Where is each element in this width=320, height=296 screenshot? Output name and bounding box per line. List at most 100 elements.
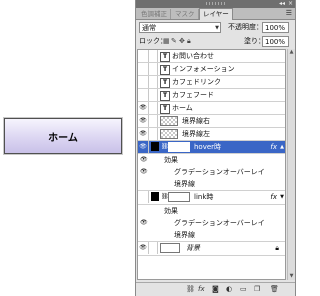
opacity-label: 不透明度： <box>228 23 263 31</box>
panel-tabs: 色調補正 マスク レイヤー <box>136 8 295 20</box>
layer-row[interactable]: T カフェフード <box>138 89 285 102</box>
effect-row[interactable]: 境界線 <box>138 229 285 242</box>
link-toggle[interactable] <box>149 128 158 140</box>
adjustment-layer-icon[interactable]: ◐ <box>226 285 232 294</box>
lock-icon: 🔒︎ <box>275 244 279 252</box>
layer-row[interactable]: 👁︎ 境界線左 <box>138 128 285 141</box>
link-toggle[interactable] <box>149 242 158 254</box>
visibility-toggle[interactable] <box>138 191 149 203</box>
text-layer-icon: T <box>160 104 170 114</box>
text-layer-icon: T <box>160 65 170 75</box>
visibility-toggle[interactable] <box>138 89 149 101</box>
layer-row[interactable]: 👁︎ 境界線右 <box>138 115 285 128</box>
link-toggle[interactable] <box>149 89 158 101</box>
link-layers-icon[interactable]: ⛓ <box>186 285 195 294</box>
home-nav-button-preview: ホーム <box>4 118 122 154</box>
fx-icon[interactable]: fx <box>270 191 277 203</box>
panel-footer: ⛓ fx ◙ ◐ ▭ ❐ 🗑︎ <box>136 282 295 296</box>
panel-menu-icon[interactable]: ☰ <box>286 9 292 17</box>
eye-icon[interactable]: 👁︎ <box>138 141 149 153</box>
layer-thumbnail <box>160 116 178 126</box>
trash-icon[interactable]: 🗑︎ <box>270 285 279 294</box>
visibility-toggle[interactable] <box>138 50 149 62</box>
text-layer-icon: T <box>160 78 170 88</box>
eye-icon[interactable]: 👁︎ <box>138 242 149 254</box>
layer-name: 境界線右 <box>182 117 210 125</box>
link-toggle[interactable] <box>149 76 158 88</box>
collapse-arrow-icon[interactable]: ▲ <box>280 141 284 153</box>
fill-value: 100% <box>265 38 286 46</box>
layers-panel: ◂◂ × 色調補正 マスク レイヤー ☰ 通常 ▼ 不透明度： 100% ロック… <box>135 0 296 296</box>
text-layer-icon: T <box>160 91 170 101</box>
link-toggle[interactable] <box>149 50 158 62</box>
layer-name: お問い合わせ <box>172 52 214 60</box>
effect-row[interactable]: 👁︎ グラデーションオーバーレイ <box>138 217 285 229</box>
lock-transparent-icon[interactable]: ▦ <box>163 36 170 47</box>
effect-name: 境界線 <box>174 180 195 188</box>
visibility-toggle[interactable] <box>138 76 149 88</box>
add-mask-icon[interactable]: ◙ <box>212 285 219 294</box>
eye-icon[interactable]: 👁︎ <box>138 128 149 140</box>
effect-name: グラデーションオーバーレイ <box>174 219 265 227</box>
effect-row[interactable]: 👁︎ グラデーションオーバーレイ <box>138 166 285 178</box>
layer-name: link時 <box>194 193 214 201</box>
layer-row[interactable]: 👁︎ T ホーム <box>138 102 285 115</box>
layer-row-selected[interactable]: 👁︎ ⛓ hover時 fx ▲ <box>138 141 285 154</box>
text-layer-icon: T <box>160 52 170 62</box>
eye-icon[interactable]: 👁︎ <box>140 166 148 178</box>
lock-paint-icon[interactable]: ✎ <box>171 36 177 47</box>
fill-swatch <box>151 142 159 151</box>
layer-row[interactable]: T お問い合わせ <box>138 50 285 63</box>
eye-icon[interactable]: 👁︎ <box>140 154 148 166</box>
blend-mode-select[interactable]: 通常 ▼ <box>139 22 221 33</box>
link-toggle[interactable] <box>149 102 158 114</box>
tab-adjustments[interactable]: 色調補正 <box>138 9 171 19</box>
lock-move-icon[interactable]: ✥ <box>179 36 185 47</box>
effects-label: 効果 <box>164 207 178 215</box>
lock-all-icon[interactable]: 🔒︎ <box>187 36 191 47</box>
tab-masks[interactable]: マスク <box>172 9 199 19</box>
layer-thumbnail <box>160 243 180 253</box>
layer-name: カフェドリンク <box>172 78 221 86</box>
layer-name: ホーム <box>172 104 193 112</box>
fill-swatch <box>151 192 159 201</box>
home-button-label: ホーム <box>48 132 78 144</box>
add-style-icon[interactable]: fx <box>198 285 205 294</box>
layers-list: T お問い合わせ T インフォメーション T カフェドリンク T カフェフード … <box>137 49 286 280</box>
expand-arrow-icon[interactable]: ▼ <box>280 191 284 203</box>
visibility-toggle[interactable] <box>138 63 149 75</box>
eye-icon[interactable]: 👁︎ <box>138 102 149 114</box>
effect-name: 境界線 <box>174 231 195 239</box>
layer-name: カフェフード <box>172 91 214 99</box>
layer-row[interactable]: T インフォメーション <box>138 63 285 76</box>
scroll-up-icon[interactable]: ▲ <box>288 49 295 56</box>
eye-icon[interactable]: 👁︎ <box>140 217 148 229</box>
effects-label: 効果 <box>164 156 178 164</box>
fx-icon[interactable]: fx <box>270 141 277 153</box>
link-toggle[interactable] <box>149 63 158 75</box>
layer-row[interactable]: ⛓ link時 fx ▼ <box>138 191 285 205</box>
effect-name: グラデーションオーバーレイ <box>174 168 265 176</box>
link-toggle[interactable] <box>149 115 158 127</box>
effect-row[interactable]: 境界線 <box>138 178 285 191</box>
layer-name: 背景 <box>186 244 200 252</box>
vector-mask-thumbnail <box>168 142 190 152</box>
tab-layers[interactable]: レイヤー <box>199 8 233 20</box>
drag-grip-icon[interactable] <box>206 2 226 5</box>
effects-group: 効果 <box>138 205 285 217</box>
collapse-icon[interactable]: ◂◂ <box>279 0 285 8</box>
scroll-down-icon[interactable]: ▼ <box>288 273 295 280</box>
new-layer-icon[interactable]: ❐ <box>254 285 260 294</box>
new-group-icon[interactable]: ▭ <box>240 285 247 294</box>
opacity-field[interactable]: 100% <box>262 22 289 33</box>
layer-row[interactable]: T カフェドリンク <box>138 76 285 89</box>
chevron-down-icon: ▼ <box>215 25 219 31</box>
opacity-value: 100% <box>265 24 286 32</box>
fill-field[interactable]: 100% <box>262 36 289 47</box>
panel-titlebar[interactable]: ◂◂ × <box>136 0 295 8</box>
vector-mask-thumbnail <box>168 192 190 202</box>
eye-icon[interactable]: 👁︎ <box>138 115 149 127</box>
layers-scrollbar[interactable]: ▲ ▼ <box>287 49 295 280</box>
close-icon[interactable]: × <box>288 0 293 8</box>
layer-row-background[interactable]: 👁︎ 背景 🔒︎ <box>138 242 285 256</box>
